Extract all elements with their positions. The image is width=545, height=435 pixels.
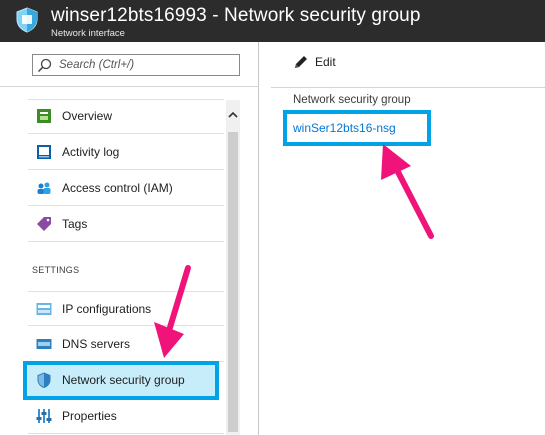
search-icon xyxy=(37,58,52,73)
blade-header: winser12bts16993 - Network security grou… xyxy=(0,0,545,42)
menu-item-properties[interactable]: Properties xyxy=(28,399,224,434)
annotation-arrow xyxy=(154,265,191,358)
annotation-arrow xyxy=(381,144,434,239)
tag-icon xyxy=(37,217,51,231)
properties-icon xyxy=(36,409,52,423)
scrollbar-thumb[interactable] xyxy=(228,132,238,432)
overview-icon xyxy=(37,109,51,123)
blade-subtitle: Network interface xyxy=(51,28,125,39)
nsg-link-text[interactable]: winSer12bts16-nsg xyxy=(293,121,396,135)
ip-configurations-icon xyxy=(36,303,52,315)
network-security-group-icon xyxy=(37,372,51,388)
menu-item-network-security-group[interactable]: Network security group xyxy=(23,361,219,400)
shield-icon xyxy=(16,7,38,33)
pencil-icon xyxy=(295,56,307,68)
activity-log-icon xyxy=(37,145,51,159)
dns-servers-icon xyxy=(36,339,52,349)
divider xyxy=(271,87,545,88)
menu-item-tags[interactable]: Tags xyxy=(28,207,224,242)
blade-title: winser12bts16993 - Network security grou… xyxy=(51,5,421,26)
section-heading-settings: SETTINGS xyxy=(32,265,80,275)
search-input[interactable] xyxy=(59,57,235,73)
menu-item-access-control[interactable]: Access control (IAM) xyxy=(28,171,224,206)
divider xyxy=(0,86,258,87)
search-box[interactable] xyxy=(32,54,240,76)
nsg-field-label: Network security group xyxy=(293,94,411,106)
menu-item-overview[interactable]: Overview xyxy=(28,99,224,134)
chevron-up-icon[interactable] xyxy=(226,108,240,122)
resource-menu: Overview Activity log Access control (IA… xyxy=(0,42,259,435)
menu-item-activity-log[interactable]: Activity log xyxy=(28,135,224,170)
access-control-icon xyxy=(37,182,51,194)
